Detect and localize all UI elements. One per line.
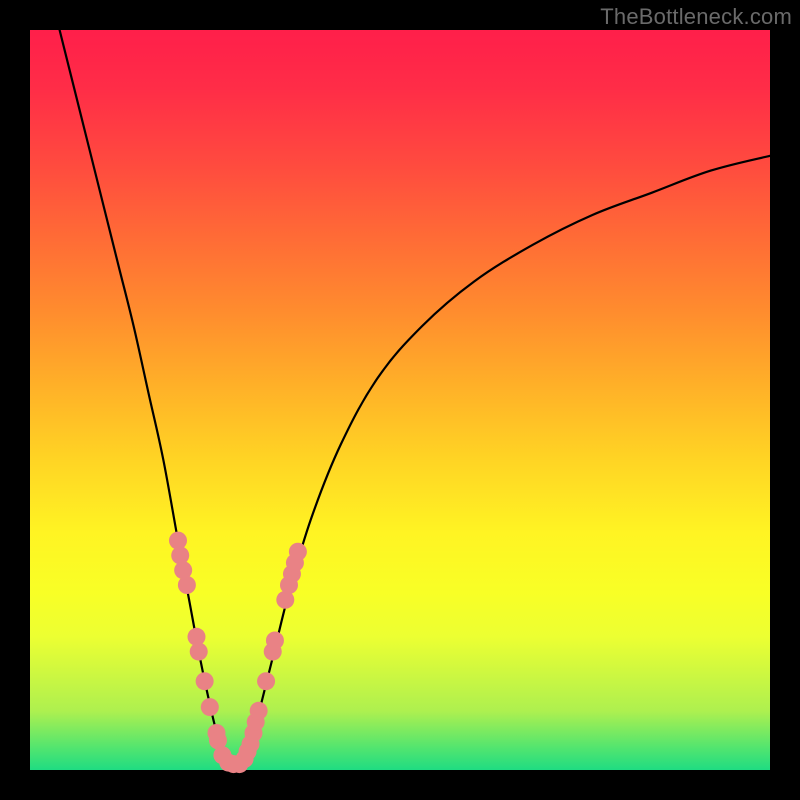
marker-dot	[178, 576, 196, 594]
marker-dot	[201, 698, 219, 716]
highlight-markers	[169, 532, 307, 773]
marker-dot	[190, 643, 208, 661]
marker-dot	[171, 546, 189, 564]
marker-dot	[196, 672, 214, 690]
marker-dot	[250, 702, 268, 720]
watermark-text: TheBottleneck.com	[600, 4, 792, 30]
marker-dot	[257, 672, 275, 690]
chart-frame: TheBottleneck.com	[0, 0, 800, 800]
marker-dot	[266, 632, 284, 650]
chart-plot-area	[30, 30, 770, 770]
chart-overlay	[30, 30, 770, 770]
marker-dot	[289, 543, 307, 561]
curve-right	[245, 156, 770, 763]
